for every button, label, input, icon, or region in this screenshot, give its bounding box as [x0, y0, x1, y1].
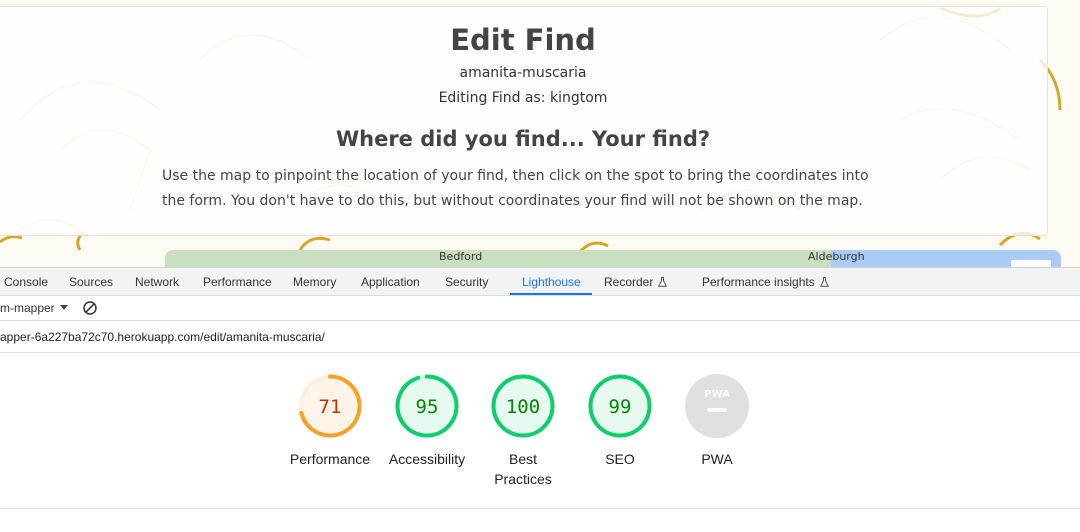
tab-network[interactable]: Network [135, 275, 179, 289]
devtools-tab-bar: Console Sources Network Performance Memo… [0, 267, 1080, 296]
report-url-row: apper-6a227ba72c70.herokuapp.com/edit/am… [0, 321, 1080, 353]
tab-performance[interactable]: Performance [203, 275, 272, 289]
tab-console[interactable]: Console [4, 275, 48, 289]
location-instructions: Use the map to pinpoint the location of … [162, 168, 869, 209]
tab-performance-insights[interactable]: Performance insights [702, 275, 829, 289]
edit-find-card: Edit Find amanita-muscaria Editing Find … [0, 6, 1048, 236]
gauge-label-best-practices: Best Practices [494, 451, 552, 487]
map-label-bedford: Bedford [439, 250, 483, 263]
pwa-badge-text: PWA [704, 389, 730, 400]
find-slug: amanita-muscaria [459, 65, 587, 81]
chevron-down-icon [59, 305, 68, 310]
page-title: Edit Find [450, 23, 596, 57]
gauge-score: 99 [609, 396, 632, 418]
gauge-label-performance: Performance [289, 451, 371, 467]
gauge-label-pwa: PWA [701, 451, 733, 467]
tab-security[interactable]: Security [445, 275, 488, 289]
gauge-label-accessibility: Accessibility [388, 451, 466, 467]
tab-application[interactable]: Application [361, 275, 420, 289]
report-selector-label: m-mapper [0, 301, 55, 315]
web-page: Edit Find amanita-muscaria Editing Find … [0, 0, 1080, 267]
editing-user-text: Editing Find as: kingtom [438, 90, 608, 106]
gauge-seo[interactable]: 99 [587, 373, 653, 439]
active-tab-indicator [510, 293, 592, 295]
lighthouse-toolbar: m-mapper [0, 296, 1080, 321]
gauge-graphic: 100 [491, 374, 555, 438]
report-selector[interactable]: m-mapper [0, 301, 68, 315]
gauge-graphic: 95 [395, 374, 459, 438]
gauge-score: 71 [319, 396, 342, 418]
pwa-badge-disc [685, 374, 749, 438]
report-url[interactable]: apper-6a227ba72c70.herokuapp.com/edit/am… [0, 330, 325, 344]
pwa-dash [707, 408, 727, 412]
tab-lighthouse[interactable]: Lighthouse [522, 275, 581, 289]
divider [0, 508, 1080, 509]
gauge-label-seo: SEO [605, 451, 635, 467]
flask-icon [819, 277, 829, 287]
location-heading: Where did you find... Your find? [335, 127, 711, 151]
gauge-accessibility[interactable]: 95 [394, 373, 460, 439]
map-control[interactable] [1011, 260, 1051, 267]
tab-memory[interactable]: Memory [293, 275, 336, 289]
tab-recorder-label: Recorder [604, 275, 654, 289]
map-label-aldeburgh: Aldeburgh [808, 250, 865, 263]
gauge-score: 100 [506, 396, 540, 418]
flask-icon [658, 277, 668, 287]
location-map[interactable]: Bedford Aldeburgh [165, 250, 1061, 267]
gauge-graphic: PWA [685, 374, 749, 438]
gauge-best-practices[interactable]: 100 [490, 373, 556, 439]
tab-performance-insights-label: Performance insights [702, 275, 815, 289]
gauge-pwa[interactable]: PWA [684, 373, 750, 439]
tab-sources[interactable]: Sources [69, 275, 113, 289]
gauge-graphic: 71 [298, 374, 362, 438]
gauge-graphic: 99 [588, 374, 652, 438]
gauge-score: 95 [416, 396, 439, 418]
gauge-performance[interactable]: 71 [297, 373, 363, 439]
block-icon[interactable] [82, 300, 98, 316]
tab-recorder[interactable]: Recorder [604, 275, 668, 289]
